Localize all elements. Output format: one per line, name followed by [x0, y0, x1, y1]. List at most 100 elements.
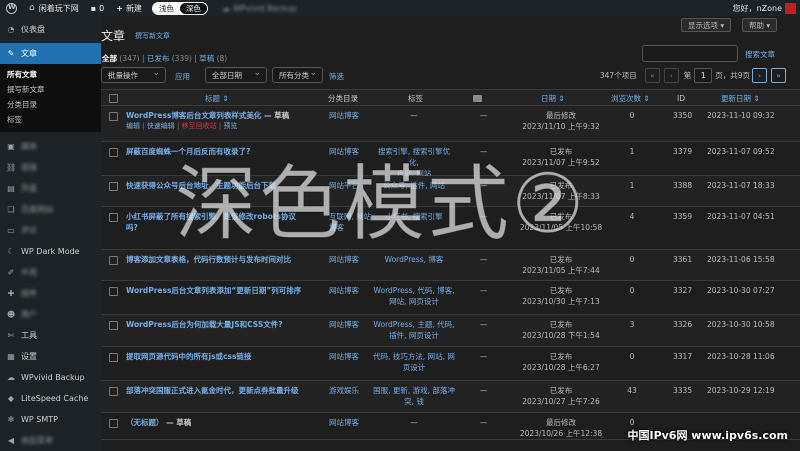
- row-checkbox[interactable]: [109, 353, 118, 362]
- filter-button[interactable]: 筛选: [329, 71, 344, 82]
- post-title-link[interactable]: 博客添加文章表格，代码行数预计与发布时间对比: [126, 255, 291, 264]
- category-link[interactable]: 网站博客: [329, 111, 359, 120]
- category-link[interactable]: 网站博客: [329, 352, 359, 361]
- row-action-1[interactable]: 快速编辑: [147, 122, 175, 130]
- row-action-0[interactable]: 编辑: [126, 122, 140, 130]
- add-new-post-button[interactable]: 撰写新文章: [135, 31, 170, 41]
- search-posts-button[interactable]: 搜索文章: [745, 49, 775, 60]
- menu-users[interactable]: ☻ 用户: [0, 304, 101, 325]
- date-filter-select[interactable]: 全部日期: [205, 67, 267, 83]
- post-title-link[interactable]: 部落冲突国服正式进入氪金时代，更新点券批量升级: [126, 386, 299, 395]
- menu-dashboard[interactable]: ◔ 仪表盘: [0, 16, 101, 43]
- last-page-button[interactable]: »: [771, 68, 786, 83]
- row-checkbox[interactable]: [109, 419, 118, 428]
- post-title-link[interactable]: 提取网页源代码中的所有js或css链接: [126, 352, 251, 361]
- row-action-3[interactable]: 预览: [223, 122, 237, 130]
- submenu-all-posts[interactable]: 所有文章: [0, 67, 101, 82]
- column-views[interactable]: 浏览次数 ⇕: [611, 90, 650, 107]
- menu-plugins[interactable]: ✚ 插件: [0, 283, 101, 304]
- tag-line[interactable]: —: [373, 417, 455, 428]
- submenu-tags[interactable]: 标签: [0, 112, 101, 127]
- username[interactable]: nZone: [757, 4, 782, 13]
- help-button[interactable]: 帮助 ▾: [742, 18, 778, 32]
- apply-button[interactable]: 应用: [175, 71, 190, 82]
- post-title-link[interactable]: （无标题）: [126, 418, 164, 427]
- category-link[interactable]: 网站博客: [329, 147, 359, 156]
- tag-line[interactable]: 页设计: [373, 362, 455, 373]
- post-title-link[interactable]: 快速获得公众号后台地址、主题功能后台下载: [126, 181, 276, 190]
- tag-line[interactable]: 突, 钱: [373, 396, 455, 407]
- tag-line[interactable]: 插件, 网页设计: [373, 330, 455, 341]
- menu-pages[interactable]: ▤ 页面: [0, 178, 101, 199]
- select-all-checkbox[interactable]: [109, 94, 118, 103]
- menu-posts[interactable]: ✎ 文章: [0, 43, 101, 64]
- category-link[interactable]: 网站博客: [329, 320, 359, 329]
- wordpress-logo-link[interactable]: [0, 0, 23, 16]
- post-title-link[interactable]: WordPress博客后台文章列表样式美化: [126, 111, 261, 120]
- tag-line[interactable]: WordPress, 博客: [373, 254, 455, 265]
- light-mode-button[interactable]: 浅色: [152, 2, 180, 14]
- post-title-link[interactable]: 小红书屏蔽了所有搜索引擎，是该修改robots协议: [126, 212, 296, 221]
- next-page-button[interactable]: ›: [752, 68, 767, 83]
- screen-options-button[interactable]: 显示选项 ▾: [681, 18, 732, 32]
- row-checkbox[interactable]: [109, 148, 118, 157]
- row-checkbox[interactable]: [109, 287, 118, 296]
- tag-line[interactable]: 网站, 网页设计: [373, 296, 455, 307]
- post-title-link-cont[interactable]: 吗?: [126, 223, 138, 232]
- prev-page-button[interactable]: ‹: [663, 68, 679, 83]
- tag-line[interactable]: 公众号, 插件, 网站: [373, 180, 455, 191]
- menu-baidu[interactable]: ❏ 百度网站: [0, 199, 101, 220]
- wpvivid-backup-link[interactable]: ☁ WPvivid Backup: [216, 0, 303, 16]
- current-page-input[interactable]: 1: [694, 68, 713, 83]
- filter-published[interactable]: 已发布: [147, 54, 170, 63]
- menu-smtp[interactable]: ✻ WP SMTP: [0, 409, 101, 430]
- tag-line[interactable]: 小红书, 搜索引擎: [373, 211, 455, 222]
- menu-collapse[interactable]: ◀ 收起菜单: [0, 430, 101, 451]
- row-action-2[interactable]: 移至回收站: [182, 122, 217, 130]
- category-link-cont[interactable]: 博客: [329, 223, 344, 232]
- post-title-link[interactable]: WordPress后台为何加载大量JS和CSS文件?: [126, 320, 283, 329]
- column-modified[interactable]: 更新日期 ⇕: [721, 90, 760, 107]
- menu-appearance[interactable]: ✐ 外观: [0, 262, 101, 283]
- comments-link[interactable]: ▪ 0: [85, 0, 111, 16]
- category-link[interactable]: 网站博客: [329, 418, 359, 427]
- tag-line[interactable]: 国服, 更新, 游戏, 部落冲: [373, 385, 455, 396]
- post-title-link[interactable]: WordPress后台文章列表添加“更新日期”列可排序: [126, 286, 301, 295]
- category-link[interactable]: 游戏娱乐: [329, 386, 359, 395]
- menu-links[interactable]: ⛓ 链接: [0, 157, 101, 178]
- row-checkbox[interactable]: [109, 256, 118, 265]
- first-page-button[interactable]: «: [644, 68, 660, 83]
- tag-line[interactable]: 代码, 技巧方法, 网站, 网: [373, 351, 455, 362]
- bulk-action-select[interactable]: 批量操作: [101, 67, 166, 83]
- menu-dark-mode[interactable]: ☾ WP Dark Mode: [0, 241, 101, 262]
- row-checkbox[interactable]: [109, 182, 118, 191]
- category-link[interactable]: 网站博客: [329, 255, 359, 264]
- submenu-add-new[interactable]: 撰写新文章: [0, 82, 101, 97]
- tag-line[interactable]: —: [373, 110, 455, 121]
- dark-mode-button[interactable]: 深色: [179, 2, 207, 14]
- tag-line[interactable]: 搜索引擎, 搜索引擎优化,: [373, 146, 455, 168]
- category-filter-select[interactable]: 所有分类: [272, 67, 323, 83]
- site-name-link[interactable]: ⌂ 闲着玩下网: [23, 0, 85, 16]
- category-link[interactable]: 互联网, 网站: [329, 212, 371, 221]
- menu-settings[interactable]: ▦ 设置: [0, 346, 101, 367]
- menu-tools[interactable]: ✄ 工具: [0, 325, 101, 346]
- row-checkbox[interactable]: [109, 387, 118, 396]
- submenu-categories[interactable]: 分类目录: [0, 97, 101, 112]
- row-checkbox[interactable]: [109, 112, 118, 121]
- tag-line[interactable]: WordPress, 主题, 代码,: [373, 319, 455, 330]
- search-input[interactable]: [642, 45, 738, 62]
- category-link[interactable]: 网站博客: [329, 286, 359, 295]
- category-link[interactable]: 网站平台: [329, 181, 359, 190]
- avatar[interactable]: [785, 2, 796, 14]
- menu-comments[interactable]: ▭ 评论: [0, 220, 101, 241]
- menu-media[interactable]: ▣ 媒体: [0, 136, 101, 157]
- new-content-link[interactable]: + 新建: [110, 0, 148, 16]
- row-checkbox[interactable]: [109, 321, 118, 330]
- tag-line[interactable]: WordPress, 代码, 博客,: [373, 285, 455, 296]
- column-title[interactable]: 标题 ⇕: [205, 90, 229, 107]
- filter-drafts[interactable]: 草稿: [199, 54, 214, 63]
- menu-litespeed[interactable]: ◆ LiteSpeed Cache: [0, 388, 101, 409]
- column-date[interactable]: 日期 ⇕: [541, 90, 565, 107]
- filter-all[interactable]: 全部: [102, 54, 117, 63]
